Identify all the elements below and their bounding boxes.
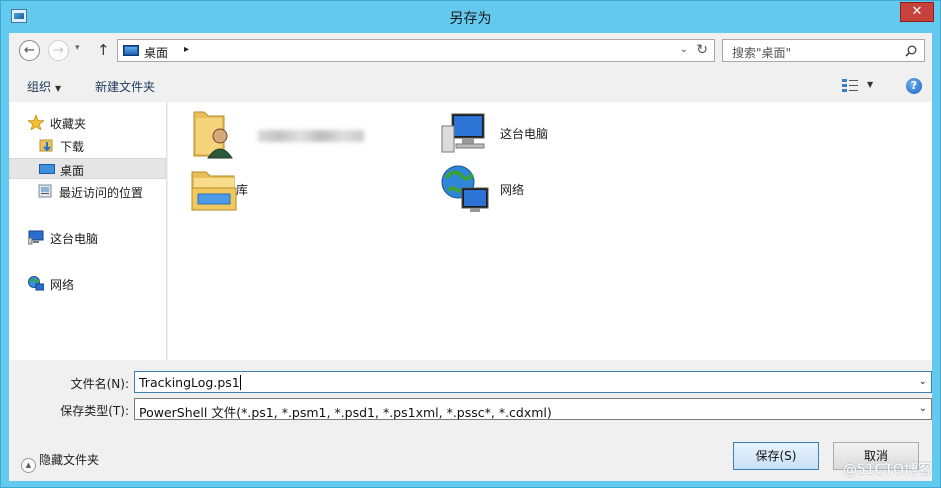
list-item-label: 这台电脑 xyxy=(500,127,549,141)
breadcrumb-chevron-icon[interactable]: ▸ xyxy=(184,44,189,55)
filename-field[interactable]: TrackingLog.ps1 ⌄ xyxy=(134,371,932,393)
filetype-label: 保存类型(T): xyxy=(60,404,129,418)
filetype-select[interactable]: PowerShell 文件(*.ps1, *.psm1, *.psd1, *.p… xyxy=(134,398,932,420)
nav-item-downloads[interactable]: 下载 xyxy=(9,135,166,156)
text-cursor xyxy=(239,375,241,390)
file-list: 这台电脑 库 网络 xyxy=(168,102,932,360)
view-options-icon[interactable] xyxy=(842,79,858,93)
search-input[interactable]: 搜索"桌面" xyxy=(732,44,791,61)
chevron-down-icon[interactable]: ⌄ xyxy=(919,403,927,414)
recent-places-icon xyxy=(38,184,52,198)
filetype-value: PowerShell 文件(*.ps1, *.psm1, *.psd1, *.p… xyxy=(139,405,552,420)
network-icon xyxy=(441,165,489,212)
nav-item-this-pc[interactable]: 这台电脑 xyxy=(9,227,166,248)
command-bar: 组织 ▼ 新建文件夹 ▼ ? xyxy=(9,69,932,102)
desktop-icon xyxy=(123,45,139,56)
nav-item-label: 网络 xyxy=(50,278,75,292)
window-title: 另存为 xyxy=(449,11,492,27)
nav-item-network[interactable]: 网络 xyxy=(9,273,166,294)
list-item-user-folder[interactable] xyxy=(188,108,388,159)
desktop-icon xyxy=(39,164,55,174)
help-icon[interactable]: ? xyxy=(906,78,922,94)
hide-folders-toggle[interactable]: ▲ 隐藏文件夹 xyxy=(21,451,99,473)
collapse-arrow-icon: ▲ xyxy=(21,458,36,473)
downloads-folder-icon xyxy=(39,139,53,152)
search-icon[interactable] xyxy=(905,45,917,57)
filename-label: 文件名(N): xyxy=(70,377,129,391)
nav-item-favorites[interactable]: 收藏夹 xyxy=(9,112,166,133)
watermark: @51CTO博客 xyxy=(842,462,932,478)
list-item-label: 网络 xyxy=(500,183,525,197)
nav-item-label: 最近访问的位置 xyxy=(59,186,144,200)
hide-folders-label: 隐藏文件夹 xyxy=(39,453,100,467)
address-bar[interactable]: 桌面 ▸ ⌄ ↻ xyxy=(117,39,715,62)
save-button[interactable]: 保存(S) xyxy=(733,442,819,470)
nav-item-desktop[interactable]: 桌面 xyxy=(9,158,166,179)
list-item-this-pc[interactable]: 这台电脑 xyxy=(440,108,600,158)
dialog-body: ← → ▾ ↑ 桌面 ▸ ⌄ ↻ 搜索"桌面" 组织 ▼ 新建文件夹 ▼ ? 收… xyxy=(9,33,932,481)
user-folder-icon xyxy=(193,111,233,159)
filename-value: TrackingLog.ps1 xyxy=(139,375,240,390)
new-folder-button[interactable]: 新建文件夹 xyxy=(95,78,155,95)
nav-item-label: 下载 xyxy=(60,140,85,154)
nav-item-label: 桌面 xyxy=(60,164,85,178)
save-as-dialog: 另存为 ✕ ← → ▾ ↑ 桌面 ▸ ⌄ ↻ 搜索"桌面" 组织 ▼ 新建文件夹… xyxy=(0,0,941,488)
navigation-row: ← → ▾ ↑ 桌面 ▸ ⌄ ↻ 搜索"桌面" xyxy=(9,33,932,69)
filename-input[interactable]: TrackingLog.ps1 xyxy=(139,375,241,390)
network-icon xyxy=(28,276,44,291)
forward-button[interactable]: → xyxy=(48,40,69,61)
address-path[interactable]: 桌面 xyxy=(144,44,168,61)
up-button[interactable]: ↑ xyxy=(97,41,110,59)
recent-locations-button[interactable]: ▾ xyxy=(75,43,80,53)
navigation-pane: 收藏夹 下载 桌面 最近访问的位置 这台电脑 网络 xyxy=(9,102,167,360)
view-dropdown-icon[interactable]: ▼ xyxy=(867,80,873,89)
save-options-panel: 文件名(N): TrackingLog.ps1 ⌄ 保存类型(T): Power… xyxy=(9,360,932,481)
search-box[interactable]: 搜索"桌面" xyxy=(722,39,925,62)
close-button[interactable]: ✕ xyxy=(900,2,934,22)
computer-icon xyxy=(28,230,44,245)
caret-down-icon: ▼ xyxy=(55,84,62,93)
chevron-down-icon[interactable]: ⌄ xyxy=(919,376,927,387)
list-item-label: 库 xyxy=(236,183,249,197)
refresh-icon[interactable]: ↻ xyxy=(696,42,708,58)
list-item-libraries[interactable]: 库 xyxy=(188,164,388,214)
nav-item-label: 收藏夹 xyxy=(50,117,87,131)
redacted-username xyxy=(258,130,364,142)
organize-label: 组织 xyxy=(27,80,52,94)
organize-menu[interactable]: 组织 ▼ xyxy=(27,78,61,95)
nav-item-label: 这台电脑 xyxy=(50,232,99,246)
nav-item-recent-places[interactable]: 最近访问的位置 xyxy=(9,181,166,202)
address-dropdown-icon[interactable]: ⌄ xyxy=(680,44,688,55)
list-item-network[interactable]: 网络 xyxy=(440,164,600,214)
title-bar[interactable]: 另存为 ✕ xyxy=(1,1,940,33)
back-button[interactable]: ← xyxy=(19,40,40,61)
computer-icon xyxy=(441,113,485,153)
star-icon xyxy=(28,115,44,130)
libraries-icon xyxy=(191,171,237,211)
